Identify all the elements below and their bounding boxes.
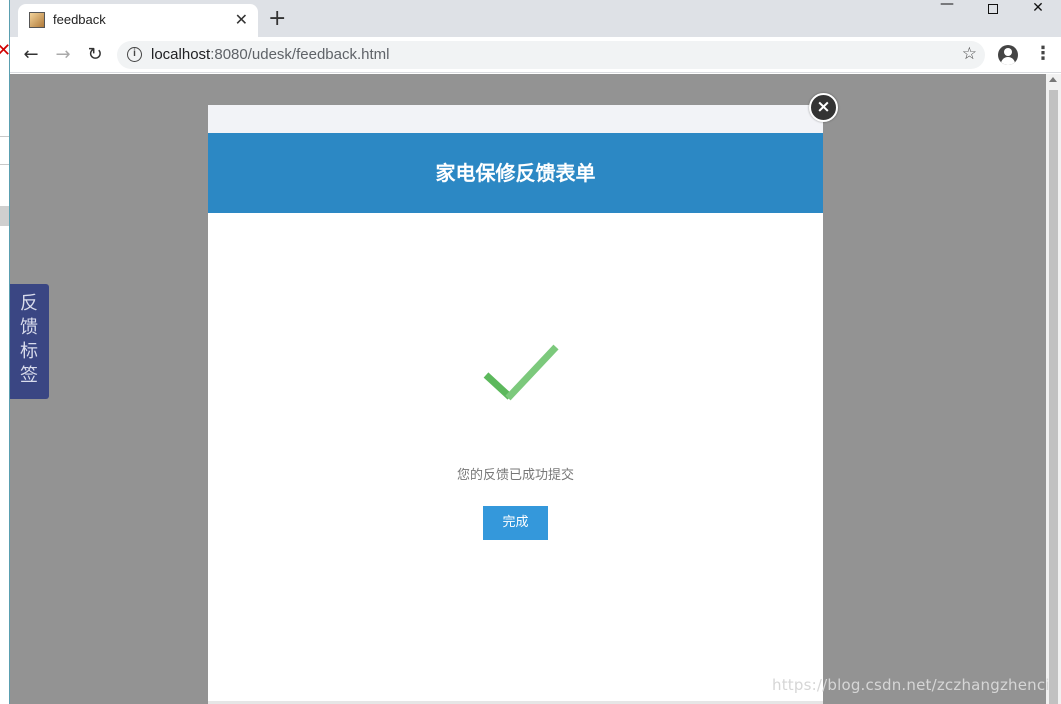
url-host: localhost <box>151 46 211 63</box>
forward-arrow-icon[interactable]: → <box>51 43 75 67</box>
maximize-icon <box>988 4 998 14</box>
url-text[interactable]: localhost:8080/udesk/feedback.html <box>151 46 390 63</box>
side-tab-char: 签 <box>20 365 38 386</box>
favicon-icon <box>29 12 45 28</box>
browser-toolbar: ← → ↻ i localhost:8080/udesk/feedback.ht… <box>0 37 1061 73</box>
modal-top-strip <box>208 105 823 133</box>
reload-icon[interactable]: ↻ <box>83 43 107 67</box>
url-path: :8080/udesk/feedback.html <box>210 46 390 63</box>
checkmark-icon <box>483 344 559 401</box>
feedback-modal: 家电保修反馈表单 您的反馈已成功提交 完成 <box>208 105 823 704</box>
back-arrow-icon[interactable]: ← <box>19 43 43 67</box>
info-icon[interactable]: i <box>127 47 142 62</box>
close-icon[interactable]: × <box>809 93 838 122</box>
feedback-side-tab[interactable]: 反 馈 标 签 <box>9 284 49 399</box>
side-tab-char: 反 <box>20 293 38 314</box>
grey-block <box>0 206 9 226</box>
browser-tabstrip: feedback ✕ + — ✕ <box>0 0 1061 37</box>
scrollbar-thumb[interactable] <box>1049 90 1058 704</box>
background-window-sliver: ✕ <box>0 0 10 704</box>
divider <box>0 136 9 137</box>
red-x-icon: ✕ <box>0 40 9 61</box>
done-button[interactable]: 完成 <box>483 506 548 540</box>
window-close-button[interactable]: ✕ <box>1016 0 1060 20</box>
window-maximize-button[interactable] <box>971 0 1015 20</box>
divider <box>0 164 9 165</box>
side-tab-char: 馈 <box>20 317 38 338</box>
window-minimize-button[interactable]: — <box>925 0 969 16</box>
star-icon[interactable]: ☆ <box>962 44 977 64</box>
tab-close-icon[interactable]: ✕ <box>235 10 248 29</box>
success-message: 您的反馈已成功提交 <box>456 468 574 483</box>
browser-tab[interactable]: feedback ✕ <box>18 4 258 37</box>
address-bar[interactable]: i localhost:8080/udesk/feedback.html ☆ <box>117 41 985 69</box>
menu-icon[interactable]: ⋮ <box>1034 43 1052 64</box>
scroll-up-arrow-icon[interactable] <box>1049 77 1057 82</box>
tab-title: feedback <box>53 12 106 27</box>
new-tab-button[interactable]: + <box>268 6 286 31</box>
watermark-text: https://blog.csdn.net/zczhangzhenci <box>772 676 1050 694</box>
modal-title: 家电保修反馈表单 <box>208 133 823 213</box>
side-tab-char: 标 <box>20 341 38 362</box>
account-icon[interactable] <box>998 45 1018 65</box>
scrollbar[interactable] <box>1046 74 1061 704</box>
